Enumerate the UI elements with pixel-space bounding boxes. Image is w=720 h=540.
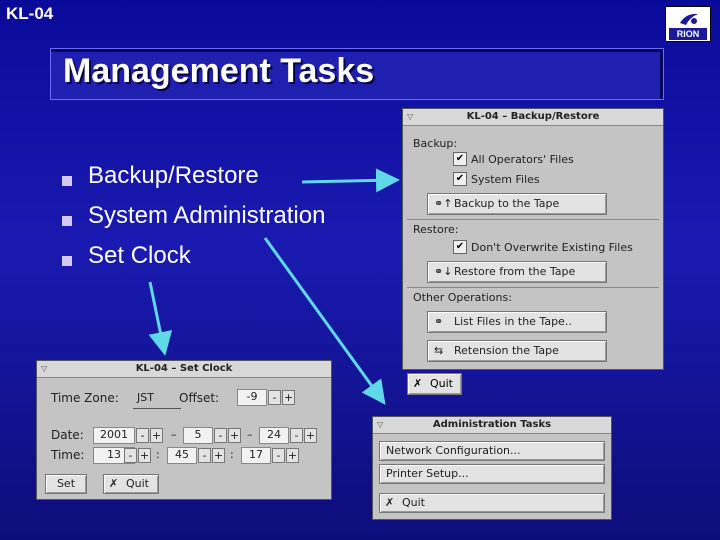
- bullet-square-icon: [62, 256, 72, 266]
- window-menu-icon[interactable]: ▽: [41, 364, 51, 374]
- set-clock-window: KL-04 – Set Clock ▽ Time Zone: JST Offse…: [36, 360, 332, 500]
- offset-label: Offset:: [179, 391, 220, 405]
- admin-quit-button[interactable]: ✗ Quit: [379, 493, 605, 513]
- slide-title: Management Tasks: [63, 52, 375, 90]
- day-minus-button[interactable]: -: [290, 428, 303, 443]
- quit-icon: ✗: [385, 496, 395, 509]
- hour-plus-button[interactable]: +: [138, 448, 151, 463]
- quit-label: Quit: [402, 496, 425, 509]
- date-dash: –: [247, 428, 253, 441]
- retension-button[interactable]: ⇆ Retension the Tape: [427, 340, 607, 362]
- bullet-square-icon: [62, 216, 72, 226]
- year-field[interactable]: 2001: [93, 427, 135, 444]
- bullet-label: System Administration: [88, 202, 326, 229]
- dont-overwrite-checkbox[interactable]: ✔: [453, 240, 467, 254]
- backup-to-tape-button[interactable]: ⚭↑ Backup to the Tape: [427, 193, 607, 215]
- arrow-backup: [301, 168, 400, 193]
- second-field[interactable]: 17: [241, 447, 271, 464]
- set-button[interactable]: Set: [45, 474, 87, 494]
- bullet-label: Set Clock: [88, 242, 191, 269]
- minute-field[interactable]: 45: [167, 447, 197, 464]
- window-title: KL-04 – Backup/Restore: [403, 109, 663, 126]
- year-plus-button[interactable]: +: [150, 428, 163, 443]
- admin-tasks-window: Administration Tasks ▽ Network Configura…: [372, 416, 612, 520]
- printer-setup-label: Printer Setup...: [386, 467, 469, 480]
- other-operations-label: Other Operations:: [413, 291, 512, 304]
- year-minus-button[interactable]: -: [136, 428, 149, 443]
- timezone-label: Time Zone:: [51, 391, 119, 405]
- window-menu-icon[interactable]: ▽: [377, 420, 387, 430]
- quit-icon: ✗: [109, 477, 119, 490]
- time-colon: :: [230, 448, 234, 461]
- offset-field[interactable]: -9: [237, 389, 267, 406]
- network-configuration-button[interactable]: Network Configuration...: [379, 441, 605, 461]
- time-label: Time:: [51, 448, 85, 462]
- list-files-button[interactable]: ⚭ List Files in the Tape..: [427, 311, 607, 333]
- bullet-square-icon: [62, 176, 72, 186]
- month-field[interactable]: 5: [183, 427, 213, 444]
- timezone-input[interactable]: JST: [133, 391, 181, 409]
- minute-plus-button[interactable]: +: [212, 448, 225, 463]
- offset-plus-button[interactable]: +: [282, 390, 295, 405]
- set-label: Set: [56, 477, 76, 490]
- network-configuration-label: Network Configuration...: [386, 444, 521, 457]
- backup-to-tape-label: Backup to the Tape: [454, 197, 560, 210]
- separator: [407, 287, 659, 288]
- second-minus-button[interactable]: -: [272, 448, 285, 463]
- offset-minus-button[interactable]: -: [268, 390, 281, 405]
- window-title: Administration Tasks: [373, 417, 611, 434]
- slide-code: KL-04: [6, 4, 54, 23]
- date-label: Date:: [51, 428, 84, 442]
- date-dash: –: [171, 428, 177, 441]
- system-files-checkbox[interactable]: ✔: [453, 172, 467, 186]
- tape-list-icon: ⚭: [434, 315, 444, 328]
- rion-logo: RION: [665, 6, 711, 42]
- restore-from-tape-label: Restore from the Tape: [454, 265, 576, 278]
- retension-label: Retension the Tape: [454, 344, 559, 357]
- bullet-label: Backup/Restore: [88, 162, 259, 189]
- quit-label: Quit: [126, 477, 149, 490]
- tape-up-icon: ⚭↑: [434, 197, 453, 210]
- clock-quit-button[interactable]: ✗ Quit: [103, 474, 159, 494]
- separator: [407, 219, 659, 220]
- hour-minus-button[interactable]: -: [124, 448, 137, 463]
- system-files-label: System Files: [471, 173, 540, 186]
- window-menu-icon[interactable]: ▽: [407, 112, 417, 122]
- month-plus-button[interactable]: +: [228, 428, 241, 443]
- logo-mark-icon: [680, 13, 698, 25]
- day-plus-button[interactable]: +: [304, 428, 317, 443]
- slide-title-bar: Management Tasks: [50, 48, 664, 100]
- tape-down-icon: ⚭↓: [434, 265, 453, 278]
- second-plus-button[interactable]: +: [286, 448, 299, 463]
- logo-text: RION: [669, 28, 707, 40]
- arrow-clock: [148, 281, 173, 356]
- minute-minus-button[interactable]: -: [198, 448, 211, 463]
- restore-label: Restore:: [413, 223, 459, 236]
- backup-quit-button[interactable]: ✗ Quit: [407, 373, 462, 395]
- window-title: KL-04 – Set Clock: [37, 361, 331, 378]
- restore-from-tape-button[interactable]: ⚭↓ Restore from the Tape: [427, 261, 607, 283]
- all-operators-checkbox[interactable]: ✔: [453, 152, 467, 166]
- tape-retension-icon: ⇆: [434, 344, 444, 357]
- quit-label: Quit: [430, 377, 453, 390]
- time-colon: :: [156, 448, 160, 461]
- month-minus-button[interactable]: -: [214, 428, 227, 443]
- all-operators-label: All Operators' Files: [471, 153, 574, 166]
- quit-icon: ✗: [413, 377, 423, 390]
- dont-overwrite-label: Don't Overwrite Existing Files: [471, 241, 633, 254]
- day-field[interactable]: 24: [259, 427, 289, 444]
- printer-setup-button[interactable]: Printer Setup...: [379, 464, 605, 484]
- backup-label: Backup:: [413, 137, 458, 150]
- list-files-label: List Files in the Tape..: [454, 315, 572, 328]
- backup-restore-window: KL-04 – Backup/Restore ▽ Backup: ✔ All O…: [402, 108, 664, 370]
